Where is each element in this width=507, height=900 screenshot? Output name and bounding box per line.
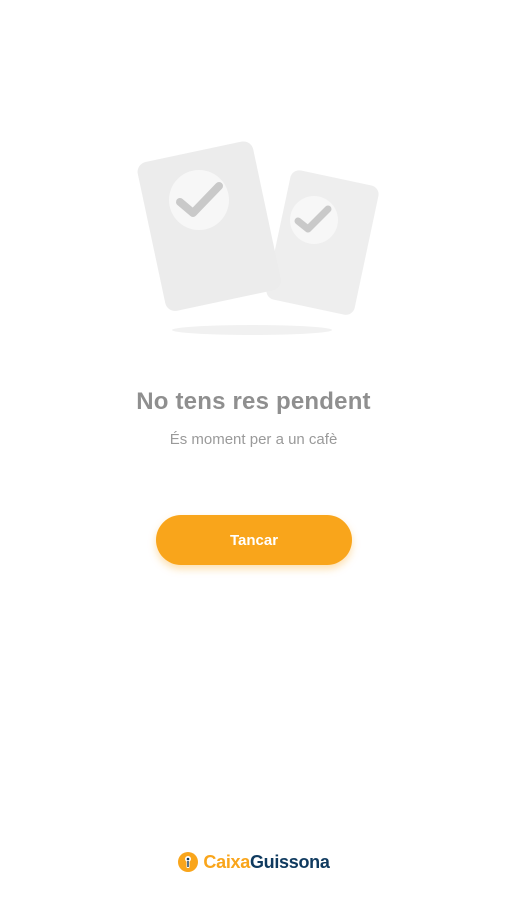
checked-documents-icon bbox=[137, 141, 379, 335]
empty-state-title: No tens res pendent bbox=[136, 388, 371, 415]
caixa-guissona-logo-icon bbox=[178, 852, 199, 872]
brand-footer: CaixaGuissona bbox=[0, 851, 507, 873]
brand-name-part-1: Caixa bbox=[203, 851, 250, 872]
empty-state-subtitle: És moment per a un cafè bbox=[169, 431, 338, 448]
brand-name-part-2: Guissona bbox=[249, 851, 330, 872]
document-right bbox=[266, 170, 379, 315]
brand-name: CaixaGuissona bbox=[203, 852, 329, 873]
illustration-shadow bbox=[172, 325, 332, 335]
close-button[interactable]: Tancar bbox=[156, 515, 352, 565]
